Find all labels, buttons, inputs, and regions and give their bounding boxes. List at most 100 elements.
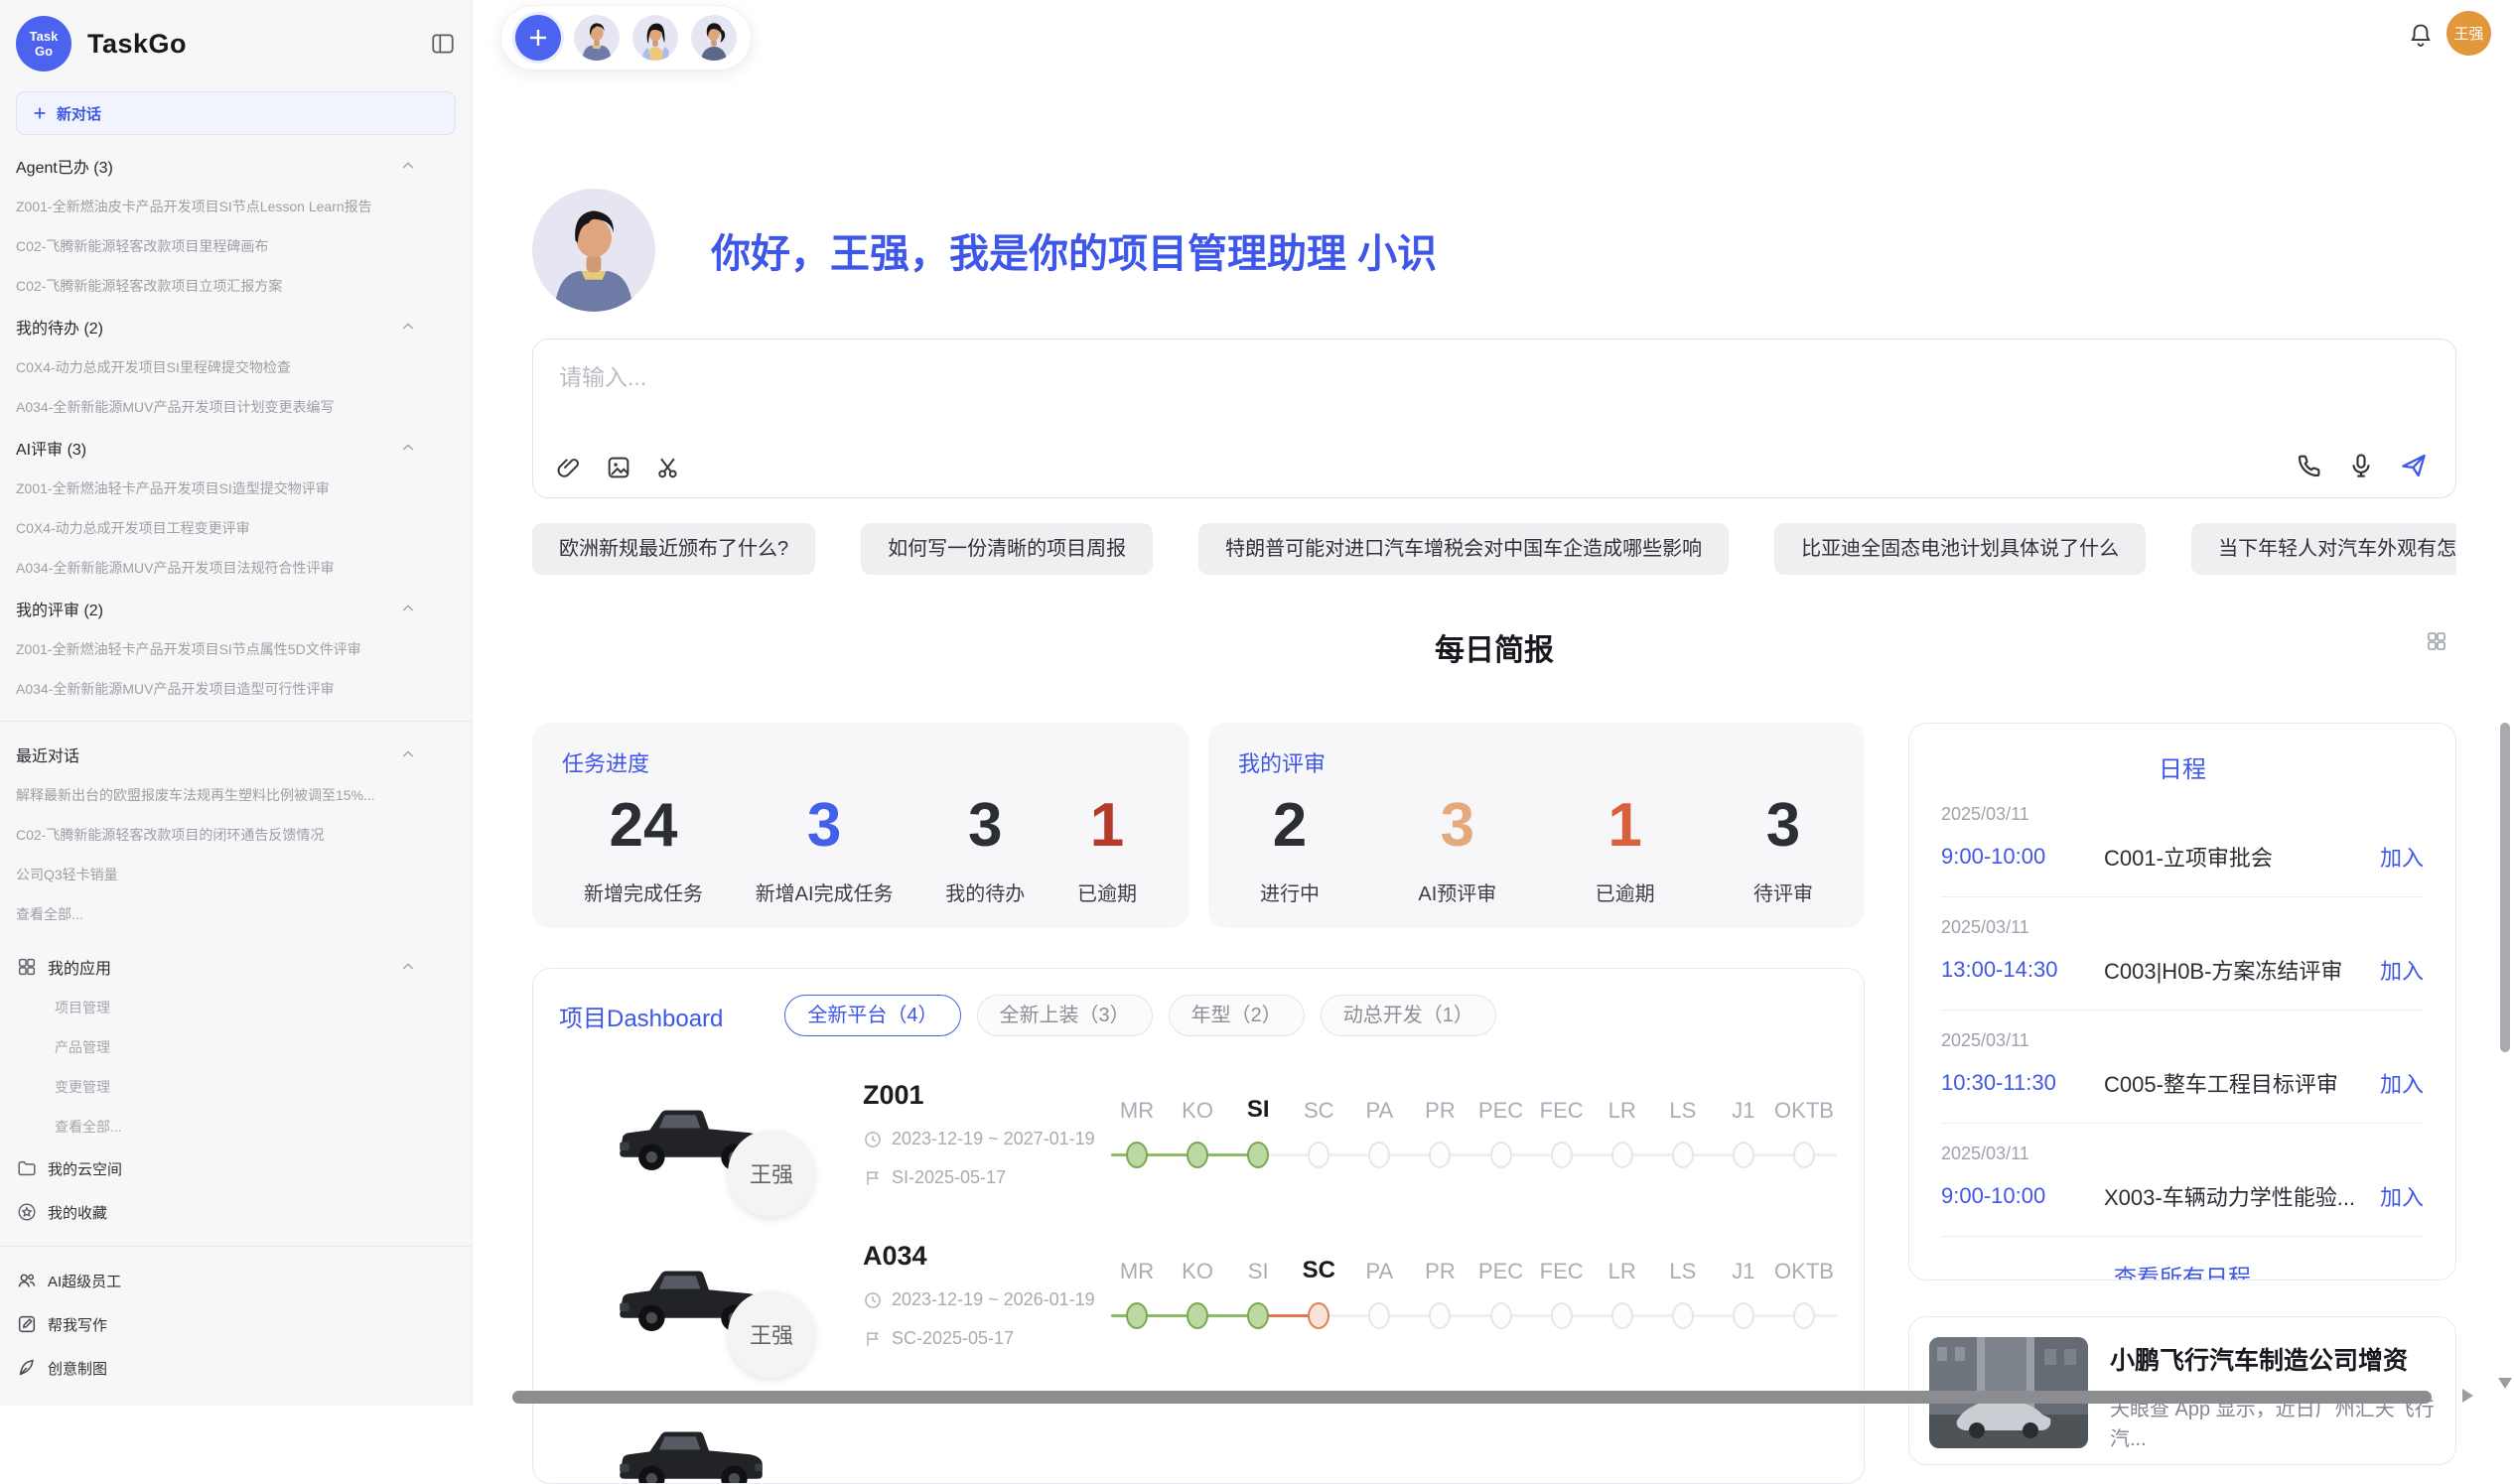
news-title: 小鹏飞行汽车制造公司增资 [2110, 1341, 2436, 1377]
layout-grid-icon[interactable] [2425, 629, 2448, 653]
ai-staff-icon [16, 1270, 38, 1291]
stat: 3新增AI完成任务 [756, 792, 894, 906]
dashboard-tab[interactable]: 全新平台（4） [784, 995, 960, 1036]
app-subitem[interactable]: 项目管理 [55, 988, 416, 1027]
send-icon[interactable] [2398, 450, 2430, 481]
app-logo: Task Go [16, 16, 71, 71]
draw-icon [16, 1357, 38, 1379]
notifications-bell-icon[interactable] [2407, 22, 2435, 50]
greeting-text: 你好，王强，我是你的项目管理助理 小识 [711, 221, 1437, 279]
main-area: 王强 你好，王强，我是你的项目管理助理 小识 [473, 0, 2514, 1406]
suggestion-chip[interactable]: 特朗普可能对进口汽车增税会对中国车企造成哪些影响 [1198, 523, 1729, 575]
attachment-icon[interactable] [555, 454, 583, 481]
schedule-item-title: X003-车辆动力学性能验... [2104, 1180, 2380, 1212]
join-meeting-link[interactable]: 加入 [2380, 954, 2424, 986]
sidebar-tool-write[interactable]: 帮我写作 [16, 1302, 416, 1346]
sidebar: Task Go TaskGo 新对话 Agent已办 (3)Z001-全新燃油皮… [0, 0, 473, 1406]
image-upload-icon[interactable] [605, 454, 632, 481]
chat-input[interactable] [557, 363, 2146, 392]
sidebar-task-item[interactable]: Z001-全新燃油轻卡产品开发项目SI造型提交物评审 [16, 469, 416, 508]
milestone-dot [1672, 1142, 1694, 1168]
add-assistant-button[interactable] [515, 15, 561, 61]
user-avatar[interactable]: 王强 [2446, 11, 2491, 56]
my-apps-header[interactable]: 我的应用 [16, 946, 416, 988]
suggestion-chip[interactable]: 如何写一份清晰的项目周报 [861, 523, 1153, 575]
assistant-avatar-3[interactable] [691, 15, 737, 61]
scroll-down-arrow[interactable] [2498, 1378, 2512, 1389]
assistant-avatar-1[interactable] [574, 15, 620, 61]
sidebar-item-favorites[interactable]: 我的收藏 [16, 1190, 416, 1234]
project-car-image: 王强 [607, 1072, 775, 1221]
suggestion-chip[interactable]: 当下年轻人对汽车外观有怎样的喜好趋势 [2191, 523, 2456, 575]
join-meeting-link[interactable]: 加入 [2380, 1067, 2424, 1099]
sidebar-task-item[interactable]: A034-全新新能源MUV产品开发项目法规符合性评审 [16, 548, 416, 588]
logo-text-line1: Task [30, 29, 59, 44]
sidebar-task-item[interactable]: C02-飞腾新能源轻客改款项目里程碑画布 [16, 226, 416, 266]
dashboard-tab[interactable]: 全新上装（3） [977, 995, 1153, 1036]
new-chat-button[interactable]: 新对话 [16, 91, 456, 135]
project-flag-text: SC-2025-05-17 [892, 1328, 1014, 1349]
recent-chat-item[interactable]: 解释最新出台的欧盟报废车法规再生塑料比例被调至15%... [16, 775, 416, 815]
view-all-schedule-link[interactable]: 查看所有日程 [1941, 1236, 2424, 1281]
screenshot-icon[interactable] [654, 454, 682, 481]
sidebar-divider [0, 721, 472, 722]
horizontal-scrollbar[interactable] [512, 1391, 2432, 1404]
dashboard-tab[interactable]: 年型（2） [1169, 995, 1305, 1036]
sidebar-task-item[interactable]: Z001-全新燃油皮卡产品开发项目SI节点Lesson Learn报告 [16, 187, 416, 226]
app-title: TaskGo [87, 29, 187, 60]
suggestion-chip[interactable]: 欧洲新规最近颁布了什么? [532, 523, 815, 575]
schedule-time: 13:00-14:30 [1941, 957, 2104, 983]
project-code: A034 [863, 1241, 1111, 1272]
briefing-header: 每日简报 [532, 625, 2456, 669]
schedule-item-row: 10:30-11:30C005-整车工程目标评审加入 [1941, 1067, 2424, 1099]
stat-label: 进行中 [1260, 877, 1320, 906]
voice-call-icon[interactable] [2295, 451, 2324, 480]
sidebar-section-header[interactable]: Agent已办 (3) [16, 145, 416, 187]
sidebar-section-header[interactable]: 我的待办 (2) [16, 306, 416, 347]
microphone-icon[interactable] [2346, 451, 2376, 480]
section-label: 我的评审 (2) [16, 597, 103, 620]
sidebar-collapse-icon[interactable] [430, 31, 456, 57]
schedule-item: 2025/03/119:00-10:00C001-立项审批会加入 [1941, 784, 2424, 896]
recent-chat-item[interactable]: C02-飞腾新能源轻客改款项目的闭环通告反馈情况 [16, 815, 416, 855]
project-flag-milestone: SI-2025-05-17 [863, 1167, 1111, 1188]
vertical-scrollbar[interactable] [2500, 723, 2510, 1052]
sidebar-task-item[interactable]: C0X4-动力总成开发项目工程变更评审 [16, 508, 416, 548]
join-meeting-link[interactable]: 加入 [2380, 1180, 2424, 1212]
stat: 1已逾期 [1596, 792, 1655, 906]
recent-chat-item[interactable]: 公司Q3轻卡销量 [16, 855, 416, 894]
schedule-item-title: C005-整车工程目标评审 [2104, 1067, 2380, 1099]
sidebar-item-cloud-space[interactable]: 我的云空间 [16, 1147, 416, 1190]
app-subitem[interactable]: 查看全部... [55, 1107, 416, 1147]
suggestion-chip[interactable]: 比亚迪全固态电池计划具体说了什么 [1774, 523, 2146, 575]
milestone-dot [1308, 1302, 1329, 1329]
sidebar-section-header[interactable]: 我的评审 (2) [16, 588, 416, 629]
project-row[interactable]: 王强A0342023-12-19 ~ 2026-01-19SC-2025-05-… [533, 1227, 1864, 1388]
sidebar-tool-draw[interactable]: 创意制图 [16, 1346, 416, 1390]
stat: 1已逾期 [1077, 792, 1137, 906]
sidebar-tool-ai-staff[interactable]: AI超级员工 [16, 1259, 416, 1302]
recent-chats-header[interactable]: 最近对话 [16, 734, 416, 775]
scroll-right-arrow[interactable] [2462, 1389, 2473, 1403]
sidebar-section-header[interactable]: AI评审 (3) [16, 427, 416, 469]
app-subitem[interactable]: 变更管理 [55, 1067, 416, 1107]
schedule-time: 9:00-10:00 [1941, 844, 2104, 870]
milestone-track: MRKOSISCPAPRPECFECLRLSJ1OKTB [1111, 1072, 1834, 1221]
schedule-date: 2025/03/11 [1941, 804, 2424, 825]
stat-value: 3 [968, 792, 1002, 860]
milestone-dot [1733, 1302, 1754, 1329]
app-subitem[interactable]: 产品管理 [55, 1027, 416, 1067]
sidebar-task-item[interactable]: A034-全新新能源MUV产品开发项目造型可行性评审 [16, 669, 416, 709]
join-meeting-link[interactable]: 加入 [2380, 841, 2424, 873]
project-code: Z001 [863, 1080, 1111, 1111]
dashboard-tab[interactable]: 动总开发（1） [1321, 995, 1496, 1036]
sidebar-task-item[interactable]: Z001-全新燃油轻卡产品开发项目SI节点属性5D文件评审 [16, 629, 416, 669]
project-row[interactable]: 王强Z0012023-12-19 ~ 2027-01-19SI-2025-05-… [533, 1066, 1864, 1227]
recent-chat-item[interactable]: 查看全部... [16, 894, 416, 934]
sidebar-task-item[interactable]: C0X4-动力总成开发项目SI里程碑提交物检查 [16, 347, 416, 387]
news-snippet: 天眼查 App 显示，近日广州汇天飞行汽... [2110, 1395, 2436, 1454]
sidebar-task-item[interactable]: C02-飞腾新能源轻客改款项目立项汇报方案 [16, 266, 416, 306]
milestone-dot [1490, 1142, 1512, 1168]
sidebar-task-item[interactable]: A034-全新新能源MUV产品开发项目计划变更表编写 [16, 387, 416, 427]
assistant-avatar-2[interactable] [632, 15, 678, 61]
